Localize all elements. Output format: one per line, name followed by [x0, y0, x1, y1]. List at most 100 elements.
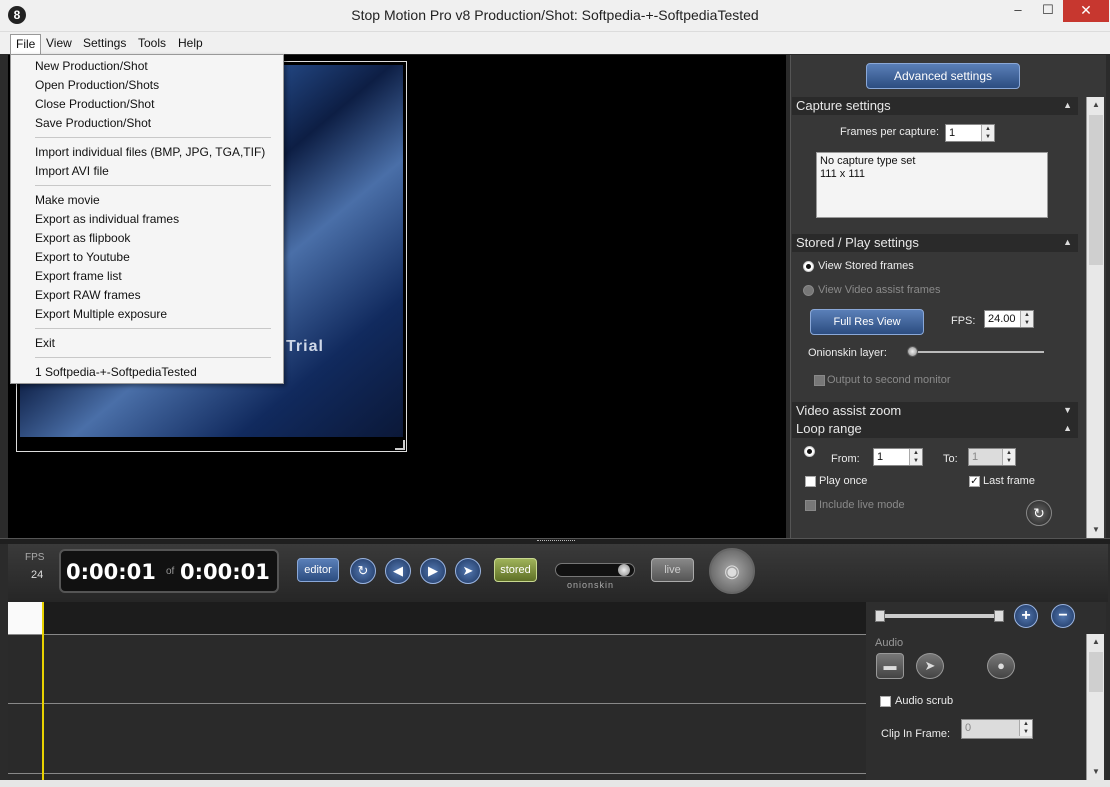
timeline-zoom-slider[interactable] — [879, 614, 1003, 618]
play-audio-button[interactable]: ➤ — [916, 653, 944, 679]
record-icon: ● — [997, 658, 1005, 673]
scroll-down-icon[interactable]: ▼ — [1087, 764, 1105, 780]
audio-panel — [866, 602, 1106, 780]
file-menu-dropdown: New Production/Shot Open Production/Shot… — [10, 54, 284, 384]
spin-arrows-icon[interactable]: ▲ ▼ — [981, 125, 994, 141]
from-label: From: — [831, 453, 860, 465]
splitter-grip-icon — [537, 540, 575, 543]
timeline-divider — [8, 773, 866, 774]
view-stored-radio[interactable] — [803, 261, 814, 272]
menu-item-open-production[interactable]: Open Production/Shots — [35, 76, 159, 95]
live-button[interactable]: live — [651, 558, 694, 582]
output-second-monitor-checkbox[interactable] — [814, 375, 825, 386]
scroll-down-icon[interactable]: ▼ — [1087, 522, 1105, 538]
scrollbar-thumb[interactable] — [1089, 115, 1103, 265]
playhead[interactable] — [42, 602, 44, 780]
stored-play-header[interactable]: Stored / Play settings ▲ — [792, 234, 1078, 252]
minimize-button[interactable]: – — [1003, 0, 1033, 22]
play-once-checkbox[interactable] — [805, 476, 816, 487]
include-live-checkbox[interactable] — [805, 500, 816, 511]
title-bar: 8 Stop Motion Pro v8 Production/Shot: So… — [0, 0, 1110, 32]
loop-refresh-button[interactable]: ↻ — [1026, 500, 1052, 526]
open-audio-button[interactable]: ▬ — [876, 653, 904, 679]
menu-item-close-production[interactable]: Close Production/Shot — [35, 95, 154, 114]
zoom-in-button[interactable]: + — [1014, 604, 1038, 628]
menu-item-export-multiple[interactable]: Export Multiple exposure — [35, 305, 167, 324]
audio-scrollbar[interactable]: ▲ ▼ — [1086, 634, 1104, 780]
menu-settings[interactable]: Settings — [78, 34, 131, 54]
onionskin-slider-knob[interactable] — [618, 564, 630, 576]
menu-view[interactable]: View — [41, 34, 77, 54]
frames-per-capture-label: Frames per capture: — [840, 126, 940, 138]
capture-settings-header[interactable]: Capture settings ▲ — [792, 97, 1078, 115]
last-frame-checkbox[interactable]: ✓ — [969, 476, 980, 487]
loop-range-header[interactable]: Loop range ▲ — [792, 420, 1078, 438]
menu-item-export-frame-list[interactable]: Export frame list — [35, 267, 122, 286]
menu-item-save-production[interactable]: Save Production/Shot — [35, 114, 151, 133]
onionskin-slider-knob[interactable] — [907, 346, 918, 357]
from-input[interactable]: 1 ▲ ▼ — [873, 448, 923, 466]
menu-tools[interactable]: Tools — [133, 34, 171, 54]
status-bar — [0, 780, 1110, 787]
spin-value: 1 — [949, 127, 956, 139]
menu-help[interactable]: Help — [173, 34, 208, 54]
full-res-view-button[interactable]: Full Res View — [810, 309, 924, 335]
zoom-slider-left-knob[interactable] — [875, 610, 885, 622]
to-input[interactable]: 1 ▲ ▼ — [968, 448, 1016, 466]
zoom-slider-right-knob[interactable] — [994, 610, 1004, 622]
loop-icon: ↻ — [357, 563, 369, 578]
timeline-frame-strip[interactable] — [8, 602, 866, 634]
scrollbar-thumb[interactable] — [1089, 652, 1103, 692]
loop-range-radio[interactable] — [804, 446, 815, 457]
maximize-button[interactable]: ☐ — [1033, 0, 1063, 22]
fps-input[interactable]: 24.00 ▲ ▼ — [984, 310, 1034, 328]
total-time: 0:00:01 — [180, 560, 270, 584]
record-audio-button[interactable]: ● — [987, 653, 1015, 679]
play-button[interactable]: ➤ — [455, 558, 481, 584]
stored-button[interactable]: stored — [494, 558, 537, 582]
spin-arrows-icon[interactable]: ▲ ▼ — [1002, 449, 1015, 465]
menu-item-export-youtube[interactable]: Export to Youtube — [35, 248, 130, 267]
camera-icon: ◉ — [724, 561, 740, 581]
frames-per-capture-input[interactable]: 1 ▲ ▼ — [945, 124, 995, 142]
menu-item-import-files[interactable]: Import individual files (BMP, JPG, TGA,T… — [35, 143, 265, 162]
menu-separator — [35, 185, 271, 186]
editor-button[interactable]: editor — [297, 558, 339, 582]
loop-button[interactable]: ↻ — [350, 558, 376, 584]
current-time: 0:00:01 — [66, 560, 156, 584]
menu-item-export-raw[interactable]: Export RAW frames — [35, 286, 141, 305]
menu-item-import-avi[interactable]: Import AVI file — [35, 162, 109, 181]
timeline-frame-cell[interactable] — [8, 602, 43, 634]
menu-item-new-production[interactable]: New Production/Shot — [35, 57, 148, 76]
spin-arrows-icon[interactable]: ▲ ▼ — [1019, 720, 1032, 736]
clip-in-frame-input[interactable]: 0 ▲ ▼ — [961, 719, 1033, 739]
scroll-up-icon[interactable]: ▲ — [1087, 97, 1105, 113]
step-forward-button[interactable]: ▶ — [420, 558, 446, 584]
advanced-settings-button[interactable]: Advanced settings — [866, 63, 1020, 89]
section-title: Capture settings — [796, 98, 891, 113]
step-back-button[interactable]: ◀ — [385, 558, 411, 584]
resize-grip-icon[interactable] — [395, 440, 405, 450]
capture-button[interactable]: ◉ — [709, 548, 755, 594]
window-title: Stop Motion Pro v8 Production/Shot: Soft… — [351, 7, 759, 23]
fps-caption: FPS — [25, 552, 45, 563]
output-second-monitor-label: Output to second monitor — [827, 374, 951, 386]
view-video-assist-label: View Video assist frames — [818, 284, 941, 296]
onionskin-slider-track[interactable] — [910, 351, 1044, 353]
zoom-out-button[interactable]: − — [1051, 604, 1075, 628]
menu-file[interactable]: File — [10, 34, 42, 54]
spin-arrows-icon[interactable]: ▲ ▼ — [1020, 311, 1033, 327]
spin-value: 1 — [972, 451, 979, 463]
menu-item-recent-1[interactable]: 1 Softpedia-+-SoftpediaTested — [35, 363, 197, 382]
menu-item-make-movie[interactable]: Make movie — [35, 191, 100, 210]
menu-item-export-frames[interactable]: Export as individual frames — [35, 210, 179, 229]
settings-scrollbar[interactable]: ▲ ▼ — [1086, 97, 1104, 538]
scroll-up-icon[interactable]: ▲ — [1087, 634, 1105, 650]
view-video-assist-radio[interactable] — [803, 285, 814, 296]
close-button[interactable]: ✕ — [1063, 0, 1109, 22]
menu-item-exit[interactable]: Exit — [35, 334, 55, 353]
menu-item-export-flipbook[interactable]: Export as flipbook — [35, 229, 130, 248]
audio-scrub-checkbox[interactable] — [880, 696, 891, 707]
video-assist-zoom-header[interactable]: Video assist zoom ▼ — [792, 402, 1078, 420]
spin-arrows-icon[interactable]: ▲ ▼ — [909, 449, 922, 465]
